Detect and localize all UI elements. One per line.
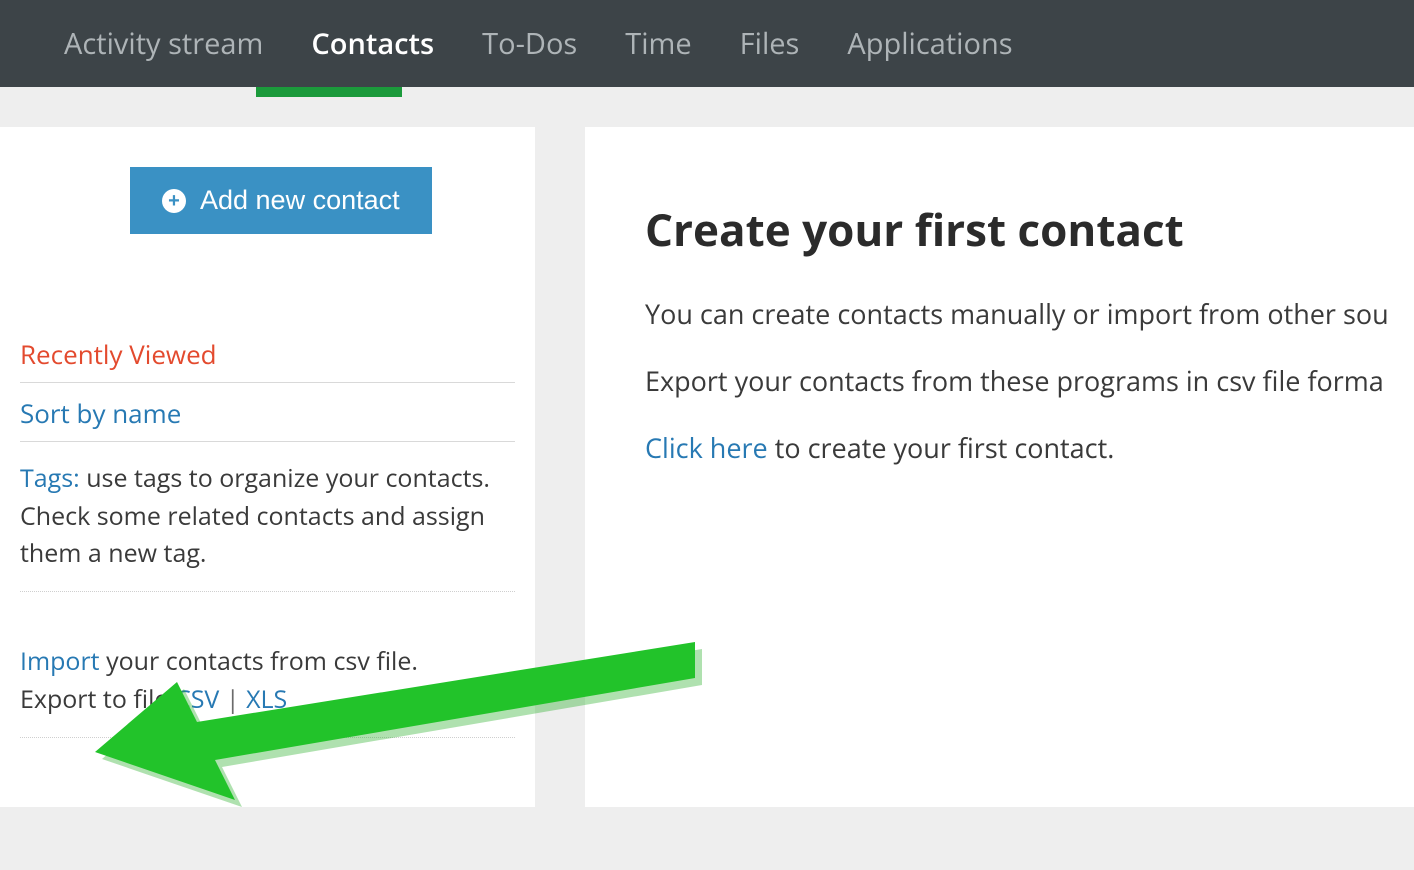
main-paragraph-3: Click here to create your first contact.: [645, 429, 1414, 466]
nav-applications[interactable]: Applications: [823, 0, 1036, 87]
import-text: your contacts from csv file.: [100, 644, 418, 678]
sidebar-links: Recently Viewed Sort by name Tags: use t…: [20, 324, 515, 738]
nav-activity-stream[interactable]: Activity stream: [40, 0, 287, 87]
export-xls-link[interactable]: XLS: [246, 682, 287, 716]
export-csv-link[interactable]: CSV: [175, 682, 219, 716]
recently-viewed-link[interactable]: Recently Viewed: [20, 324, 515, 383]
add-new-contact-button[interactable]: + Add new contact: [130, 167, 432, 234]
import-export-block: Import your contacts from csv file. Expo…: [20, 592, 515, 739]
export-separator: |: [219, 682, 246, 716]
main-paragraph-1: You can create contacts manually or impo…: [645, 295, 1414, 332]
top-navigation: Activity stream Contacts To-Dos Time Fil…: [0, 0, 1414, 87]
main-paragraph-2: Export your contacts from these programs…: [645, 362, 1414, 399]
import-link[interactable]: Import: [20, 644, 100, 678]
nav-contacts[interactable]: Contacts: [287, 0, 458, 87]
add-button-label: Add new contact: [200, 185, 400, 216]
tags-description: use tags to organize your contacts. Chec…: [20, 461, 490, 570]
export-prefix: Export to file: [20, 682, 175, 716]
plus-icon: +: [162, 189, 186, 213]
create-first-contact-suffix: to create your first contact.: [768, 429, 1115, 466]
main-panel: Create your first contact You can create…: [585, 127, 1414, 807]
nav-files[interactable]: Files: [716, 0, 824, 87]
nav-todos[interactable]: To-Dos: [458, 0, 601, 87]
tags-link[interactable]: Tags:: [20, 461, 80, 495]
main-title: Create your first contact: [645, 199, 1414, 259]
nav-time[interactable]: Time: [601, 0, 715, 87]
click-here-link[interactable]: Click here: [645, 429, 768, 466]
sort-by-name-link[interactable]: Sort by name: [20, 383, 515, 442]
sidebar-panel: + Add new contact Recently Viewed Sort b…: [0, 127, 535, 807]
content-area: + Add new contact Recently Viewed Sort b…: [0, 87, 1414, 870]
tags-info-block: Tags: use tags to organize your contacts…: [20, 442, 515, 592]
